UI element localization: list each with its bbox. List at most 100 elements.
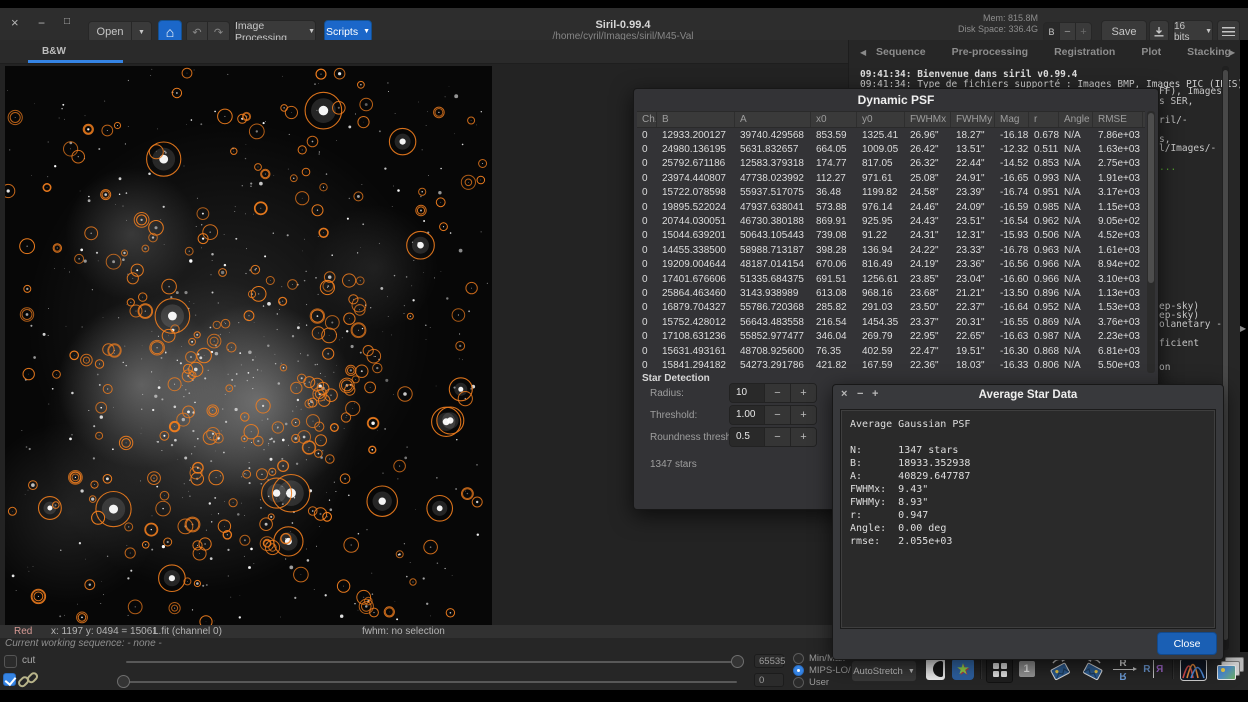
psf-table-row[interactable]: 0 16879.704327 55786.720368 285.82 291.03 23.…: [637, 301, 1145, 315]
psf-cell: 23.51": [956, 216, 985, 228]
psf-column-header[interactable]: Angle: [1059, 112, 1093, 127]
psf-table-scrollbar[interactable]: [1147, 111, 1155, 373]
psf-table-row[interactable]: 0 25792.671186 12583.379318 174.77 817.05 26.…: [637, 157, 1145, 171]
psf-column-header[interactable]: x0: [811, 112, 857, 127]
radio-icon[interactable]: [793, 653, 804, 664]
psf-cell: 1.63e+03: [1098, 144, 1140, 156]
avg-maximize-icon[interactable]: +: [872, 388, 878, 400]
tab-bw[interactable]: B&W: [42, 46, 66, 57]
window-close-icon[interactable]: ×: [11, 16, 19, 29]
psf-cell: 421.82: [816, 359, 847, 371]
psf-cell: 3.76e+03: [1098, 316, 1140, 328]
pane-handle-icon[interactable]: ▶: [1240, 324, 1246, 333]
psf-cell: 0: [642, 302, 648, 314]
psf-table-row[interactable]: 0 19209.004644 48187.014154 670.06 816.49 24.…: [637, 258, 1145, 272]
psf-cell: N/A: [1064, 187, 1081, 199]
psf-table-row[interactable]: 0 23974.440807 47738.023992 112.27 971.61 25.…: [637, 171, 1145, 185]
cut-checkbox[interactable]: [4, 655, 17, 668]
psf-column-header[interactable]: A: [735, 112, 811, 127]
psf-cell: 15752.428012: [662, 316, 726, 328]
autostretch-dropdown[interactable]: AutoStretch ▼: [851, 660, 917, 682]
psf-table-row[interactable]: 0 15044.639201 50643.105443 739.08 91.22 24.3…: [637, 229, 1145, 243]
psf-cell: 22.47": [910, 345, 939, 357]
tab-registration[interactable]: Registration: [1052, 42, 1117, 62]
radius-plus-button[interactable]: +: [790, 384, 816, 402]
lo-value-box[interactable]: 0: [754, 673, 784, 687]
avg-close-icon[interactable]: ×: [841, 388, 847, 400]
psf-column-header[interactable]: Ch.: [637, 112, 657, 127]
lo-slider-track[interactable]: [124, 681, 737, 683]
single-view-button[interactable]: 1: [1014, 657, 1039, 681]
roundness-plus-button[interactable]: +: [790, 428, 816, 446]
psf-table-row[interactable]: 0 15631.493161 48708.925600 76.35 402.59 22.4…: [637, 344, 1145, 358]
psf-cell: 1.61e+03: [1098, 244, 1140, 256]
psf-cell: 1009.05: [862, 144, 899, 156]
psf-cell: 15044.639201: [662, 230, 726, 242]
radio-icon[interactable]: [793, 665, 804, 676]
tab-stacking[interactable]: Stacking: [1185, 42, 1233, 62]
psf-table-row[interactable]: 0 14455.338500 58988.713187 398.28 136.94 24.…: [637, 243, 1145, 257]
undo-icon: ↶: [192, 26, 202, 39]
psf-column-header[interactable]: Mag: [995, 112, 1029, 127]
psf-column-header[interactable]: r: [1029, 112, 1059, 127]
radius-label: Radius:: [650, 388, 684, 399]
radius-minus-button[interactable]: −: [764, 384, 790, 402]
flip-horizontal-icon: R R: [1143, 660, 1163, 678]
threshold-minus-button[interactable]: −: [764, 406, 790, 424]
psf-table-row[interactable]: 0 20744.030051 46730.380188 869.91 925.95 24.…: [637, 214, 1145, 228]
window-maximize-icon[interactable]: □: [64, 16, 70, 28]
psf-table-row[interactable]: 0 24980.136195 5631.832657 664.05 1009.05 26.…: [637, 142, 1145, 156]
psf-table-row[interactable]: 0 17401.676606 51335.684375 691.51 1256.61 23…: [637, 272, 1145, 286]
psf-table-row[interactable]: 0 15841.294182 54273.291786 421.82 167.59 22.…: [637, 358, 1145, 372]
threshold-value[interactable]: 1.00: [730, 406, 764, 424]
psf-table-row[interactable]: 0 12933.200127 39740.429568 853.59 1325.41 26…: [637, 128, 1145, 142]
psf-column-header[interactable]: FWHMx▲: [905, 112, 951, 127]
psf-cell: 0: [642, 331, 648, 343]
frame-field[interactable]: B: [1043, 22, 1060, 42]
hi-value-box[interactable]: 65535: [754, 654, 785, 668]
radius-value[interactable]: 10: [730, 384, 764, 402]
psf-column-header[interactable]: y0: [857, 112, 905, 127]
psf-cell: 291.03: [862, 302, 893, 314]
tab-plot[interactable]: Plot: [1139, 42, 1163, 62]
zoom-in-button[interactable]: +: [1076, 22, 1092, 42]
psf-column-header[interactable]: FWHMy: [951, 112, 995, 127]
starfield-image[interactable]: [5, 66, 492, 625]
tabs-scroll-right-icon[interactable]: ▶: [1229, 48, 1235, 57]
psf-cell: 1.13e+03: [1098, 287, 1140, 299]
psf-cell: 0.853: [1034, 158, 1059, 170]
console-fragment: on: [1159, 362, 1171, 373]
psf-cell: 22.37": [956, 302, 985, 314]
lo-slider-handle[interactable]: [117, 675, 130, 688]
hi-slider-handle[interactable]: [731, 655, 744, 668]
zoom-out-button[interactable]: −: [1060, 22, 1076, 42]
psf-table-row[interactable]: 0 25864.463460 3143.938989 613.08 968.16 23.6…: [637, 286, 1145, 300]
roundness-minus-button[interactable]: −: [764, 428, 790, 446]
hi-slider-track[interactable]: [126, 661, 737, 663]
avg-minimize-icon[interactable]: −: [857, 388, 863, 400]
mem-label: Mem: 815.8M: [982, 13, 1038, 23]
psf-cell: -16.33: [1000, 359, 1029, 371]
psf-cell: 23.33": [956, 244, 985, 256]
psf-cell: 17401.676606: [662, 273, 726, 285]
psf-column-header[interactable]: B: [657, 112, 735, 127]
close-button[interactable]: Close: [1157, 632, 1217, 655]
avg-psf-text[interactable]: Average Gaussian PSF N: 1347 stars B: 18…: [840, 409, 1216, 629]
linked-checkbox[interactable]: [3, 673, 16, 686]
psf-table-row[interactable]: 0 17108.631236 55852.977477 346.04 269.79 22.…: [637, 329, 1145, 343]
psf-table-row[interactable]: 0 15752.428012 56643.483558 216.54 1454.35 23…: [637, 315, 1145, 329]
radio-icon[interactable]: [793, 677, 804, 688]
psf-column-header[interactable]: RMSE: [1093, 112, 1143, 127]
histogram-icon: [1179, 657, 1207, 681]
psf-table-row[interactable]: 0 15722.078598 55937.517075 36.48 1199.82 24.…: [637, 186, 1145, 200]
psf-cell: 0.952: [1034, 302, 1059, 314]
window-title: Siril-0.99.4: [595, 19, 651, 31]
roundness-value[interactable]: 0.5: [730, 428, 764, 446]
psf-table-row[interactable]: 0 19895.522024 47937.638041 573.88 976.14 24.…: [637, 200, 1145, 214]
psf-scrollbar-thumb[interactable]: [1148, 113, 1154, 283]
tab-sequence[interactable]: Sequence: [874, 42, 928, 62]
window-minimize-icon[interactable]: −: [38, 17, 45, 29]
threshold-plus-button[interactable]: +: [790, 406, 816, 424]
grid-view-button[interactable]: [986, 657, 1013, 683]
tab-pre-processing[interactable]: Pre-processing: [950, 42, 1030, 62]
